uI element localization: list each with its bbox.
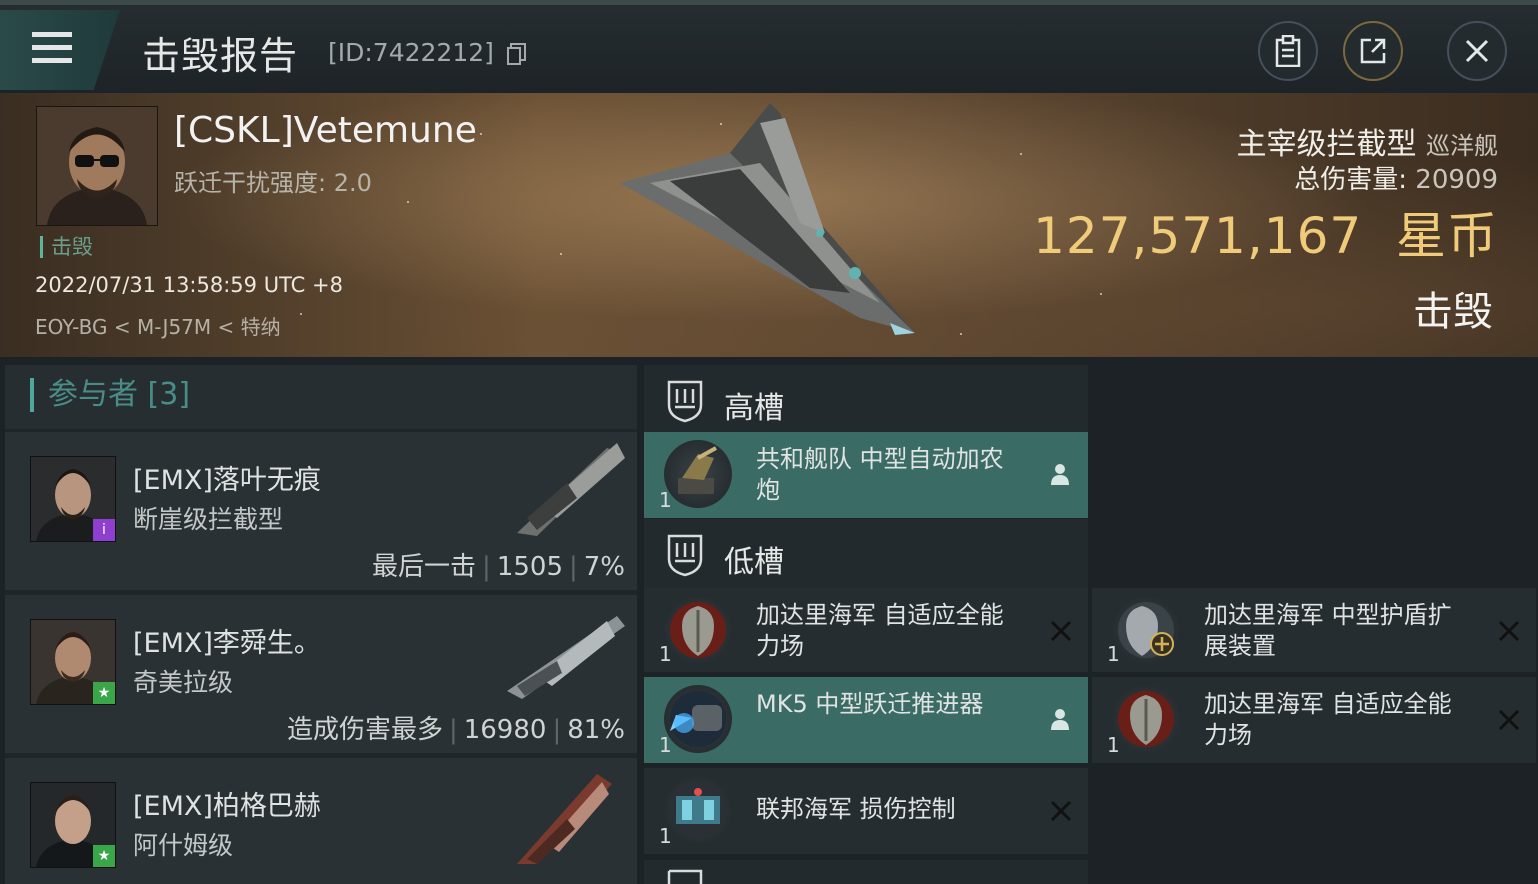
participant-avatar[interactable]: ★ [30, 782, 116, 868]
participant-ship-image[interactable] [497, 601, 627, 701]
shield-hardener-icon [664, 596, 732, 664]
clipboard-icon [1275, 35, 1301, 67]
participant-damage-percent: 81% [567, 715, 625, 745]
module-slot[interactable]: 1 共和舰队 中型自动加农炮 [644, 432, 1088, 518]
module-slot[interactable]: 1 加达里海军 自适应全能力场 [644, 588, 1088, 672]
kill-status-tag: 击毁 [40, 236, 93, 258]
kill-id: [ID:7422212] [328, 38, 494, 67]
result-label: 击毁 [1413, 289, 1493, 335]
participant-ship: 奇美拉级 [133, 668, 234, 697]
module-name: 加达里海军 中型护盾扩展装置 [1204, 601, 1452, 660]
participants-header-label: 参与者 [3] [30, 378, 190, 412]
total-damage: 总伤害量: 20909 [1294, 159, 1498, 196]
module-quantity: 1 [659, 488, 672, 512]
low-slot-header: 低槽 [644, 519, 1088, 591]
total-damage-value: 20909 [1415, 165, 1498, 195]
participant-avatar[interactable]: ★ [30, 619, 116, 705]
total-damage-label: 总伤害量: [1294, 165, 1408, 195]
afterburner-icon [664, 685, 732, 753]
isk-amount: 127,571,167 [1033, 207, 1363, 265]
person-icon [1051, 709, 1069, 730]
victim-ship-type: 主宰级拦截型 巡洋舰 [1236, 119, 1498, 163]
participant-row[interactable]: ★ [EMX]李舜生。 奇美拉级 造成伤害最多 | 16980 | 81% [5, 595, 637, 753]
participant-stats: 造成伤害最多 | 16980 | 81% [286, 715, 625, 745]
victim-ship-image[interactable] [610, 103, 930, 343]
low-slot-label: 低槽 [724, 545, 784, 580]
module-quantity: 1 [1107, 733, 1120, 757]
module-quantity: 1 [659, 824, 672, 848]
warp-disruption-strength: 跃迁干扰强度: 2.0 [174, 169, 372, 197]
victim-name[interactable]: [CSKL]Vetemune [174, 110, 477, 151]
high-slot-header: 高槽 [644, 365, 1088, 437]
participant-name[interactable]: [EMX]李舜生。 [133, 621, 321, 660]
kill-datetime: 2022/07/31 13:58:59 UTC +8 [35, 273, 343, 297]
low-slot-icon [667, 534, 703, 577]
module-quantity: 1 [659, 642, 672, 666]
participants-panel: 参与者 [3] i [EMX]落叶无痕 断崖级拦截型 最后一击 | 1505 | 7% [5, 365, 637, 884]
shield-hardener-icon [1112, 685, 1180, 753]
participant-ship-image[interactable] [497, 764, 627, 864]
module-name: 加达里海军 自适应全能力场 [756, 601, 1004, 660]
module-quantity: 1 [659, 733, 672, 757]
isk-unit: 星币 [1396, 207, 1498, 265]
top-bar: 击毁报告 [ID:7422212] [0, 0, 1538, 93]
destroyed-icon [1498, 620, 1520, 642]
module-slot[interactable]: 1 MK5 中型跃迁推进器 [644, 677, 1088, 763]
participant-name[interactable]: [EMX]落叶无痕 [133, 458, 321, 497]
participant-tag: 造成伤害最多 [286, 715, 443, 745]
next-slot-header [644, 860, 1088, 884]
participant-ship: 断崖级拦截型 [133, 505, 284, 534]
high-slot-label: 高槽 [724, 391, 784, 426]
ship-class-label: 巡洋舰 [1426, 132, 1498, 160]
close-button[interactable] [1447, 21, 1507, 81]
destroyed-icon [1050, 620, 1072, 642]
module-name: MK5 中型跃迁推进器 [756, 690, 984, 718]
hamburger-icon-line [32, 45, 72, 50]
ship-type-label: 主宰级拦截型 [1236, 127, 1417, 162]
star-icon: ★ [93, 845, 115, 867]
damage-control-icon [664, 776, 732, 844]
destroyed-icon [1050, 800, 1072, 822]
hamburger-icon-line [32, 58, 72, 63]
module-name: 共和舰队 中型自动加农炮 [756, 445, 1004, 504]
page-title: 击毁报告 [142, 34, 299, 78]
module-slot[interactable]: 1 加达里海军 中型护盾扩展装置 [1092, 588, 1536, 672]
shield-extender-icon [1112, 596, 1180, 664]
close-icon [1465, 39, 1489, 63]
module-name: 联邦海军 损伤控制 [756, 795, 956, 823]
participant-ship-image[interactable] [497, 438, 627, 538]
participant-avatar[interactable]: i [30, 456, 116, 542]
share-icon [1360, 38, 1386, 64]
person-icon [1051, 464, 1069, 485]
participant-name[interactable]: [EMX]柏格巴赫 [133, 784, 321, 823]
kill-location[interactable]: EOY-BG < M-J57M < 特纳 [35, 311, 281, 340]
slot-icon [667, 869, 703, 884]
module-slot[interactable]: 1 联邦海军 损伤控制 [644, 768, 1088, 854]
module-quantity: 1 [1107, 642, 1120, 666]
participant-damage: 16980 [463, 715, 547, 745]
victim-banner: [CSKL]Vetemune 跃迁干扰强度: 2.0 击毁 2022/07/31… [0, 93, 1538, 357]
destroyed-icon [1498, 709, 1520, 731]
hamburger-icon [32, 32, 72, 37]
star-icon: ★ [93, 682, 115, 704]
participant-tag: 最后一击 [372, 552, 477, 582]
participant-damage-percent: 7% [583, 552, 625, 582]
isk-value: 127,571,167 星币 [1033, 196, 1498, 268]
module-name: 加达里海军 自适应全能力场 [1204, 690, 1452, 749]
menu-button[interactable] [0, 10, 120, 90]
share-button[interactable] [1343, 21, 1403, 81]
participant-row[interactable]: ★ [EMX]柏格巴赫 阿什姆级 [5, 758, 637, 884]
participant-row[interactable]: i [EMX]落叶无痕 断崖级拦截型 最后一击 | 1505 | 7% [5, 432, 637, 590]
high-slot-icon [667, 380, 703, 423]
participants-header: 参与者 [3] [5, 365, 637, 429]
autocannon-icon [664, 440, 732, 508]
info-icon: i [93, 519, 115, 541]
participant-ship: 阿什姆级 [133, 831, 234, 860]
participant-damage: 1505 [496, 552, 563, 582]
victim-avatar[interactable] [36, 106, 158, 226]
module-slot[interactable]: 1 加达里海军 自适应全能力场 [1092, 677, 1536, 763]
copy-icon[interactable] [507, 43, 527, 65]
clipboard-button[interactable] [1258, 21, 1318, 81]
participant-stats: 最后一击 | 1505 | 7% [372, 552, 625, 582]
